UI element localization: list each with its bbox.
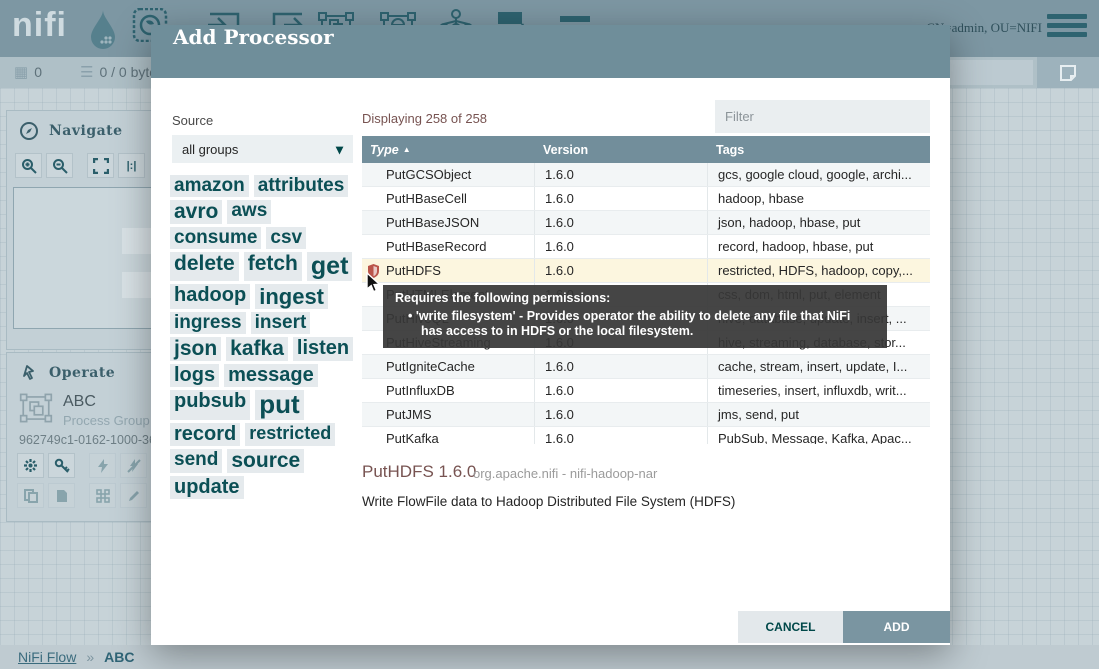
tag-filter[interactable]: ingress [170, 312, 246, 334]
birdseye-minimap[interactable] [13, 187, 159, 329]
breadcrumb-separator: » [86, 649, 94, 665]
zoom-out-button[interactable] [46, 153, 73, 178]
tag-filter[interactable]: avro [170, 200, 222, 224]
tag-filter[interactable]: put [255, 390, 303, 420]
dialog-title: Add Processor [173, 25, 334, 49]
selected-group-type: Process Group [63, 413, 150, 428]
breadcrumb-root-link[interactable]: NiFi Flow [18, 649, 76, 665]
processor-count-stat: ▦ 0 [14, 63, 42, 81]
source-dropdown-value: all groups [182, 142, 238, 157]
queue-icon: ☰ [80, 63, 93, 81]
selected-processor-title: PutHDFS 1.6.0 [362, 462, 476, 482]
selected-group-id: 962749c1-0162-1000-36b5 [19, 433, 161, 447]
navigate-panel: Navigate |:| [6, 110, 166, 350]
tag-filter[interactable]: consume [170, 227, 261, 249]
tag-filter[interactable]: source [227, 449, 304, 473]
copy-button[interactable] [17, 483, 44, 508]
group-button[interactable] [89, 483, 116, 508]
operate-panel: Operate ABC Process Group 962749c1-0162-… [6, 352, 166, 522]
tag-filter[interactable]: insert [251, 312, 311, 334]
table-row[interactable]: PutJMS1.6.0jms, send, put [362, 403, 930, 427]
source-label: Source [172, 113, 213, 128]
cancel-button[interactable]: CANCEL [738, 611, 843, 643]
add-processor-dialog: Add Processor Source all groups ▾ amazon… [151, 25, 950, 645]
tag-filter[interactable]: update [170, 476, 244, 499]
tag-filter[interactable]: get [307, 252, 353, 281]
tag-filter[interactable]: send [170, 449, 222, 473]
tag-filter[interactable]: amazon [170, 175, 249, 197]
source-dropdown[interactable]: all groups ▾ [172, 135, 353, 163]
breadcrumb: NiFi Flow » ABC [0, 645, 1099, 669]
tag-filter[interactable]: attributes [254, 175, 349, 197]
tag-filter[interactable]: message [224, 364, 318, 387]
filter-input[interactable] [715, 100, 930, 133]
tag-filter[interactable]: listen [293, 337, 353, 361]
tag-filter[interactable]: restricted [245, 423, 335, 446]
tag-filter[interactable]: json [170, 337, 221, 361]
components-icon: ▦ [14, 63, 28, 81]
tag-filter[interactable]: logs [170, 364, 219, 387]
bulletin-board-button[interactable] [1037, 57, 1099, 88]
table-row[interactable]: PutIgniteCache1.6.0cache, stream, insert… [362, 355, 930, 379]
tag-filter[interactable]: csv [266, 227, 306, 249]
tooltip-bullet: • 'write filesystem' - Provides operator… [395, 309, 875, 340]
tag-filter[interactable]: fetch [244, 252, 302, 281]
displaying-count: Displaying 258 of 258 [362, 111, 487, 126]
table-header: Type▲ Version Tags [362, 136, 930, 163]
tag-filter[interactable]: pubsub [170, 390, 250, 420]
restricted-icon [368, 264, 379, 278]
chevron-down-icon: ▾ [336, 141, 343, 158]
table-row[interactable]: PutHBaseJSON1.6.0json, hadoop, hbase, pu… [362, 211, 930, 235]
column-header-type[interactable]: Type▲ [362, 143, 535, 157]
color-button[interactable] [120, 483, 147, 508]
paste-button[interactable] [48, 483, 75, 508]
processor-count-value: 0 [34, 64, 42, 80]
global-menu-icon[interactable] [1047, 14, 1087, 42]
table-row[interactable]: PutHBaseRecord1.6.0record, hadoop, hbase… [362, 235, 930, 259]
configuration-button[interactable] [17, 453, 44, 478]
nifi-logo: nifi [12, 6, 67, 45]
tag-filter[interactable]: record [170, 423, 240, 446]
zoom-in-button[interactable] [15, 153, 42, 178]
tag-filter[interactable]: aws [227, 200, 271, 224]
bulletin-icon [1059, 64, 1077, 82]
hand-icon [21, 363, 41, 388]
zoom-actual-button[interactable]: |:| [118, 153, 145, 178]
tag-cloud: amazon attributes avro aws consume csv d… [170, 175, 366, 475]
dialog-header: Add Processor [151, 25, 950, 78]
tag-filter[interactable]: ingest [255, 284, 328, 309]
tag-filter[interactable]: kafka [226, 337, 288, 361]
breadcrumb-current: ABC [104, 649, 134, 665]
sort-asc-icon: ▲ [403, 145, 411, 154]
zoom-fit-button[interactable] [87, 153, 114, 178]
column-header-tags[interactable]: Tags [708, 143, 930, 157]
compass-icon [19, 121, 39, 146]
access-policies-button[interactable] [48, 453, 75, 478]
column-header-version[interactable]: Version [535, 143, 708, 157]
navigate-title: Navigate [49, 123, 123, 139]
operate-title: Operate [49, 365, 115, 381]
start-button[interactable] [89, 453, 116, 478]
tooltip-title: Requires the following permissions: [395, 291, 875, 307]
selected-group-name: ABC [63, 393, 96, 411]
add-button[interactable]: ADD [843, 611, 950, 643]
stop-button[interactable] [120, 453, 147, 478]
table-row[interactable]: PutKafka1.6.0PubSub, Message, Kafka, Apa… [362, 427, 930, 444]
selected-processor-bundle: org.apache.nifi - nifi-hadoop-nar [473, 466, 657, 481]
table-row-selected[interactable]: PutHDFS 1.6.0restricted, HDFS, hadoop, c… [362, 259, 930, 283]
table-row[interactable]: PutHBaseCell1.6.0hadoop, hbase [362, 187, 930, 211]
tag-filter[interactable]: hadoop [170, 284, 250, 309]
nifi-drop-icon [88, 8, 118, 50]
table-row[interactable]: PutGCSObject1.6.0gcs, google cloud, goog… [362, 163, 930, 187]
restricted-permission-tooltip: Requires the following permissions: • 'w… [383, 285, 887, 348]
tag-filter[interactable]: delete [170, 252, 239, 281]
process-group-badge-icon [19, 391, 53, 430]
selected-processor-description: Write FlowFile data to Hadoop Distribute… [362, 494, 735, 509]
table-row[interactable]: PutInfluxDB1.6.0timeseries, insert, infl… [362, 379, 930, 403]
